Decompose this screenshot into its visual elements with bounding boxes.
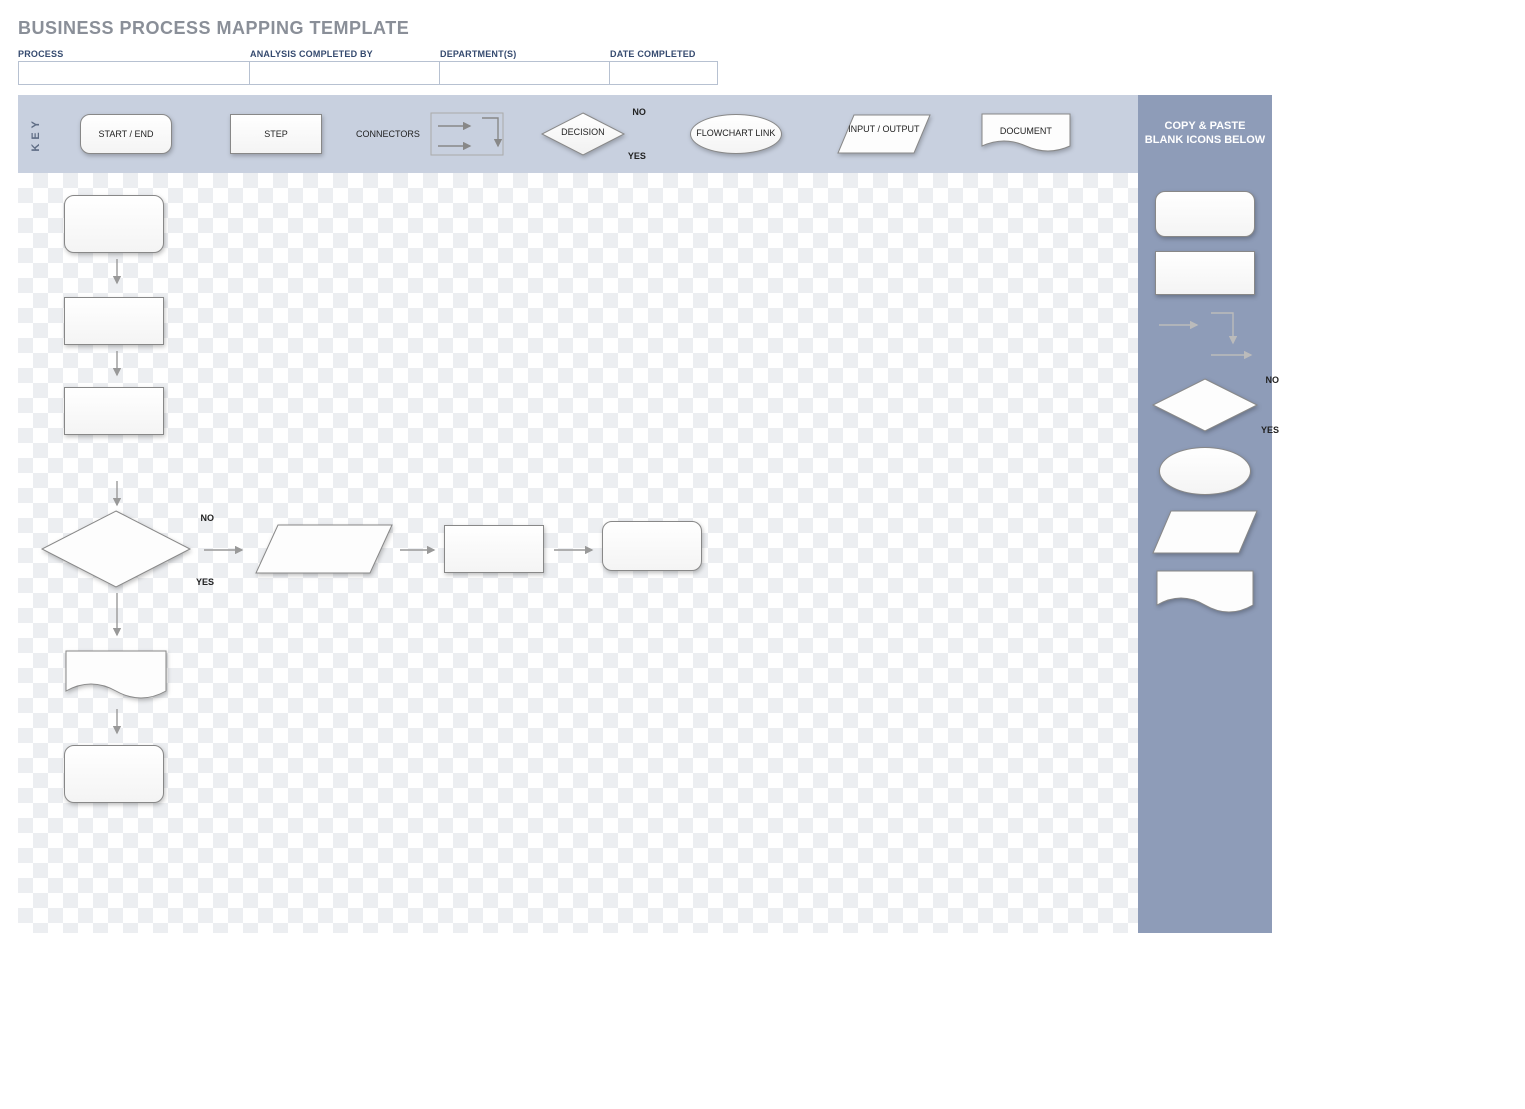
canvas-io-node[interactable] bbox=[254, 523, 394, 575]
arrow-right-icon bbox=[554, 543, 598, 557]
arrow-right-icon bbox=[400, 543, 440, 557]
document-icon bbox=[1155, 569, 1255, 617]
arrow-down-icon bbox=[110, 481, 124, 511]
parallelogram-icon bbox=[1151, 509, 1259, 555]
palette-no-label: NO bbox=[1266, 375, 1280, 385]
decision-yes-label: YES bbox=[628, 151, 646, 161]
palette-step[interactable] bbox=[1155, 251, 1255, 295]
palette-yes-label: YES bbox=[1261, 425, 1279, 435]
arrow-down-icon bbox=[110, 351, 124, 381]
header-label-department: DEPARTMENT(S) bbox=[440, 49, 610, 59]
header-label-analyst: ANALYSIS COMPLETED BY bbox=[250, 49, 440, 59]
key-document: DOCUMENT bbox=[980, 112, 1072, 156]
process-input[interactable] bbox=[18, 61, 250, 85]
page-title: BUSINESS PROCESS MAPPING TEMPLATE bbox=[18, 18, 1272, 39]
canvas-end-node-bottom[interactable] bbox=[64, 745, 164, 803]
arrow-right-icon bbox=[204, 543, 248, 557]
diamond-icon bbox=[40, 509, 192, 589]
header-fields: PROCESS ANALYSIS COMPLETED BY DEPARTMENT… bbox=[18, 49, 1272, 85]
key-io: INPUT / OUTPUT bbox=[836, 113, 932, 155]
palette-document[interactable] bbox=[1155, 569, 1255, 617]
palette-start-end[interactable] bbox=[1155, 191, 1255, 237]
canvas-yes-label: YES bbox=[196, 577, 214, 587]
palette-io[interactable] bbox=[1151, 509, 1259, 555]
key-flowchart-link: FLOWCHART LINK bbox=[690, 114, 782, 154]
canvas-start-node[interactable] bbox=[64, 195, 164, 253]
decision-no-label: NO bbox=[632, 107, 646, 117]
canvas-step-node-3[interactable] bbox=[444, 525, 544, 573]
arrow-down-icon bbox=[110, 709, 124, 739]
palette-header: COPY & PASTE BLANK ICONS BELOW bbox=[1138, 95, 1272, 173]
analyst-input[interactable] bbox=[250, 61, 440, 85]
key-strip: KEY START / END STEP CONNECTORS bbox=[18, 95, 1138, 173]
arrow-down-icon bbox=[110, 593, 124, 641]
canvas-decision-node[interactable]: NO YES bbox=[40, 509, 192, 589]
key-decision: DECISION NO YES bbox=[540, 111, 626, 157]
canvas-step-node-2[interactable] bbox=[64, 387, 164, 435]
key-step: STEP bbox=[230, 114, 322, 154]
flowchart-canvas[interactable]: NO YES bbox=[18, 173, 1138, 933]
arrow-down-icon bbox=[110, 259, 124, 289]
canvas-document-node[interactable] bbox=[64, 649, 168, 703]
document-icon bbox=[64, 649, 168, 703]
date-input[interactable] bbox=[610, 61, 718, 85]
palette-flowchart-link[interactable] bbox=[1159, 447, 1251, 495]
parallelogram-icon bbox=[254, 523, 394, 575]
header-label-date: DATE COMPLETED bbox=[610, 49, 718, 59]
canvas-step-node-1[interactable] bbox=[64, 297, 164, 345]
canvas-no-label: NO bbox=[201, 513, 215, 523]
connector-arrows-icon bbox=[430, 112, 504, 156]
palette-connectors[interactable] bbox=[1153, 309, 1257, 363]
diamond-icon bbox=[1151, 377, 1259, 433]
key-connectors: CONNECTORS bbox=[356, 112, 504, 156]
key-start-end: START / END bbox=[80, 114, 172, 154]
key-label: KEY bbox=[30, 117, 42, 152]
header-label-process: PROCESS bbox=[18, 49, 250, 59]
shape-palette: NO YES bbox=[1138, 173, 1272, 933]
canvas-end-node-right[interactable] bbox=[602, 521, 702, 571]
palette-decision[interactable]: NO YES bbox=[1151, 377, 1259, 433]
department-input[interactable] bbox=[440, 61, 610, 85]
